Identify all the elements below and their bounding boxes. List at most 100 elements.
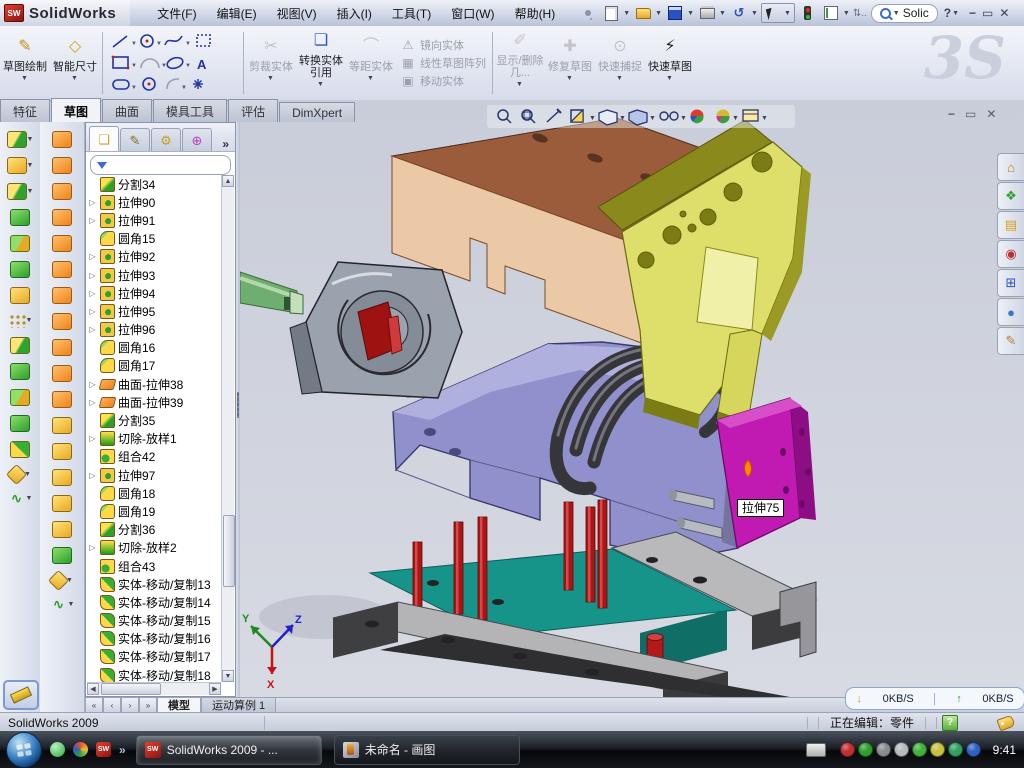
- doc-tab-1[interactable]: 运动算例 1: [201, 698, 276, 713]
- taskpane-tab-solidworks-search[interactable]: ◉: [997, 240, 1024, 268]
- tree-item-圆角19[interactable]: 圆角19: [88, 502, 221, 520]
- taskpane-tab-custom-properties[interactable]: ✎: [997, 327, 1024, 355]
- traffic-light-icon[interactable]: [798, 4, 818, 22]
- antivirus-shield-icon[interactable]: [840, 742, 855, 757]
- dropdown-icon[interactable]: ▼: [27, 188, 34, 195]
- spline-surface-icon[interactable]: ∿: [50, 597, 68, 612]
- move-copy-body-icon[interactable]: [10, 441, 30, 458]
- ribbon-tab-5[interactable]: DimXpert: [279, 102, 355, 122]
- replace-face-icon[interactable]: [52, 495, 72, 512]
- tree-item-拉伸97[interactable]: ▷拉伸97: [88, 466, 221, 484]
- expand-arrow-icon[interactable]: ▷: [88, 543, 97, 552]
- volume-icon[interactable]: [894, 742, 909, 757]
- scroll-right-icon[interactable]: ▶: [209, 683, 221, 695]
- undo-dropdown[interactable]: ▼: [751, 10, 758, 17]
- taskpane-tab-view-palette[interactable]: ⊞: [997, 269, 1024, 297]
- surface-extend-icon[interactable]: [52, 183, 72, 200]
- options-button[interactable]: [821, 4, 841, 22]
- ribbon-tab-4[interactable]: 评估: [228, 99, 278, 122]
- network-warning-icon[interactable]: [930, 742, 945, 757]
- health-shield-icon[interactable]: [948, 742, 963, 757]
- tree-vertical-scrollbar[interactable]: ▲ ▼: [221, 175, 234, 682]
- chamfer-icon[interactable]: [10, 235, 30, 252]
- expand-arrow-icon[interactable]: ▷: [88, 380, 97, 389]
- pattern-icon[interactable]: [8, 313, 26, 328]
- document-close-button[interactable]: ✕: [986, 107, 996, 121]
- tree-item-曲面-拉伸38[interactable]: ▷曲面-拉伸38: [88, 375, 221, 393]
- tree-hscroll-thumb[interactable]: [101, 683, 161, 695]
- start-button[interactable]: [6, 732, 42, 768]
- dropdown-icon[interactable]: ▼: [26, 495, 33, 502]
- fillet-surface-icon[interactable]: [52, 521, 72, 538]
- menu-item-2[interactable]: 视图(V): [268, 2, 326, 25]
- solidworks-quick-launch-icon[interactable]: SW: [96, 742, 111, 757]
- taskpane-tab-file-explorer[interactable]: ▤: [997, 211, 1024, 239]
- dome-icon[interactable]: [52, 547, 72, 564]
- menu-item-1[interactable]: 编辑(E): [208, 2, 266, 25]
- dropdown-icon[interactable]: ▼: [666, 73, 673, 85]
- surface-offset-icon[interactable]: [52, 261, 72, 278]
- tree-item-圆角18[interactable]: 圆角18: [88, 484, 221, 502]
- tree-item-组合43[interactable]: 组合43: [88, 557, 221, 575]
- rib-icon[interactable]: [10, 363, 30, 380]
- pin-icon[interactable]: [578, 4, 598, 22]
- expand-arrow-icon[interactable]: ▷: [88, 434, 97, 443]
- print-button[interactable]: [697, 4, 717, 22]
- surface-sweep-icon[interactable]: [52, 131, 72, 148]
- search-input[interactable]: Solic: [903, 6, 929, 20]
- task-button-paint[interactable]: 未命名 - 画图: [334, 735, 520, 765]
- new-document-button[interactable]: [601, 4, 621, 22]
- cmd-convert-entities[interactable]: ❏转换实体引用▼: [296, 26, 346, 100]
- help-button[interactable]: ?: [944, 6, 951, 20]
- quick-tips-icon[interactable]: ?: [942, 715, 958, 731]
- expand-arrow-icon[interactable]: ▷: [88, 198, 97, 207]
- dropdown-icon[interactable]: ▼: [26, 317, 33, 324]
- dropdown-icon[interactable]: ▼: [68, 601, 75, 608]
- search-box[interactable]: ▼ Solic: [871, 4, 938, 23]
- open-dropdown[interactable]: ▼: [655, 10, 662, 17]
- doc-tab-nav-1[interactable]: ‹: [103, 698, 121, 713]
- tree-item-实体-移动/复制17[interactable]: 实体-移动/复制17: [88, 648, 221, 666]
- thicken-icon[interactable]: [52, 339, 72, 356]
- tree-item-拉伸92[interactable]: ▷拉伸92: [88, 248, 221, 266]
- tree-item-切除-放样2[interactable]: ▷切除-放样2: [88, 539, 221, 557]
- expand-arrow-icon[interactable]: ▷: [88, 471, 97, 480]
- extruded-boss-icon[interactable]: [7, 157, 27, 174]
- toggle-icon[interactable]: ⇅..: [853, 8, 867, 19]
- doc-tab-nav-3[interactable]: »: [139, 698, 157, 713]
- network-speed-widget[interactable]: ↓ 0KB/S ↑ 0KB/S: [845, 687, 1024, 710]
- window-close-button[interactable]: ✕: [999, 6, 1009, 20]
- doc-tab-nav-2[interactable]: ›: [121, 698, 139, 713]
- tree-item-分割35[interactable]: 分割35: [88, 411, 221, 429]
- expand-arrow-icon[interactable]: ▷: [88, 252, 97, 261]
- tree-vscroll-thumb[interactable]: [223, 515, 235, 587]
- ribbon-tab-0[interactable]: 特征: [0, 99, 50, 122]
- fillet-icon[interactable]: [7, 183, 27, 200]
- flex-spline-icon[interactable]: ∿: [8, 491, 26, 506]
- surface-fill-icon[interactable]: [52, 209, 72, 226]
- tree-filter-box[interactable]: [90, 155, 231, 175]
- tree-item-拉伸96[interactable]: ▷拉伸96: [88, 321, 221, 339]
- tree-item-实体-移动/复制14[interactable]: 实体-移动/复制14: [88, 593, 221, 611]
- tree-item-拉伸91[interactable]: ▷拉伸91: [88, 211, 221, 229]
- tab-featuremanager[interactable]: ❏: [89, 126, 119, 151]
- task-button-solidworks[interactable]: SWSolidWorks 2009 - ...: [136, 735, 322, 765]
- taskpane-tab-solidworks-resources[interactable]: ⌂: [997, 153, 1024, 181]
- ribbon-tab-2[interactable]: 曲面: [102, 99, 152, 122]
- tree-item-拉伸93[interactable]: ▷拉伸93: [88, 266, 221, 284]
- heads-up-view-toolbar[interactable]: ▼ ▼▼ ▼ ▼ ▼: [487, 105, 795, 128]
- dropdown-icon[interactable]: ▼: [27, 162, 34, 169]
- boundary-surface-icon[interactable]: [52, 417, 72, 434]
- save-dropdown[interactable]: ▼: [687, 10, 694, 17]
- tree-item-切除-放样1[interactable]: ▷切除-放样1: [88, 430, 221, 448]
- freeform-icon[interactable]: [52, 469, 72, 486]
- tab-dimxpertmanager[interactable]: ⊕: [182, 128, 212, 151]
- split-line-icon[interactable]: [48, 570, 69, 591]
- extruded-cut-icon[interactable]: [7, 131, 27, 148]
- shell-icon[interactable]: [10, 261, 30, 278]
- sync-icon[interactable]: [912, 742, 927, 757]
- tab-propertymanager[interactable]: ✎: [120, 128, 150, 151]
- delete-body-icon[interactable]: [6, 464, 27, 485]
- doc-tab-nav-0[interactable]: «: [85, 698, 103, 713]
- ruled-surface-icon[interactable]: [52, 443, 72, 460]
